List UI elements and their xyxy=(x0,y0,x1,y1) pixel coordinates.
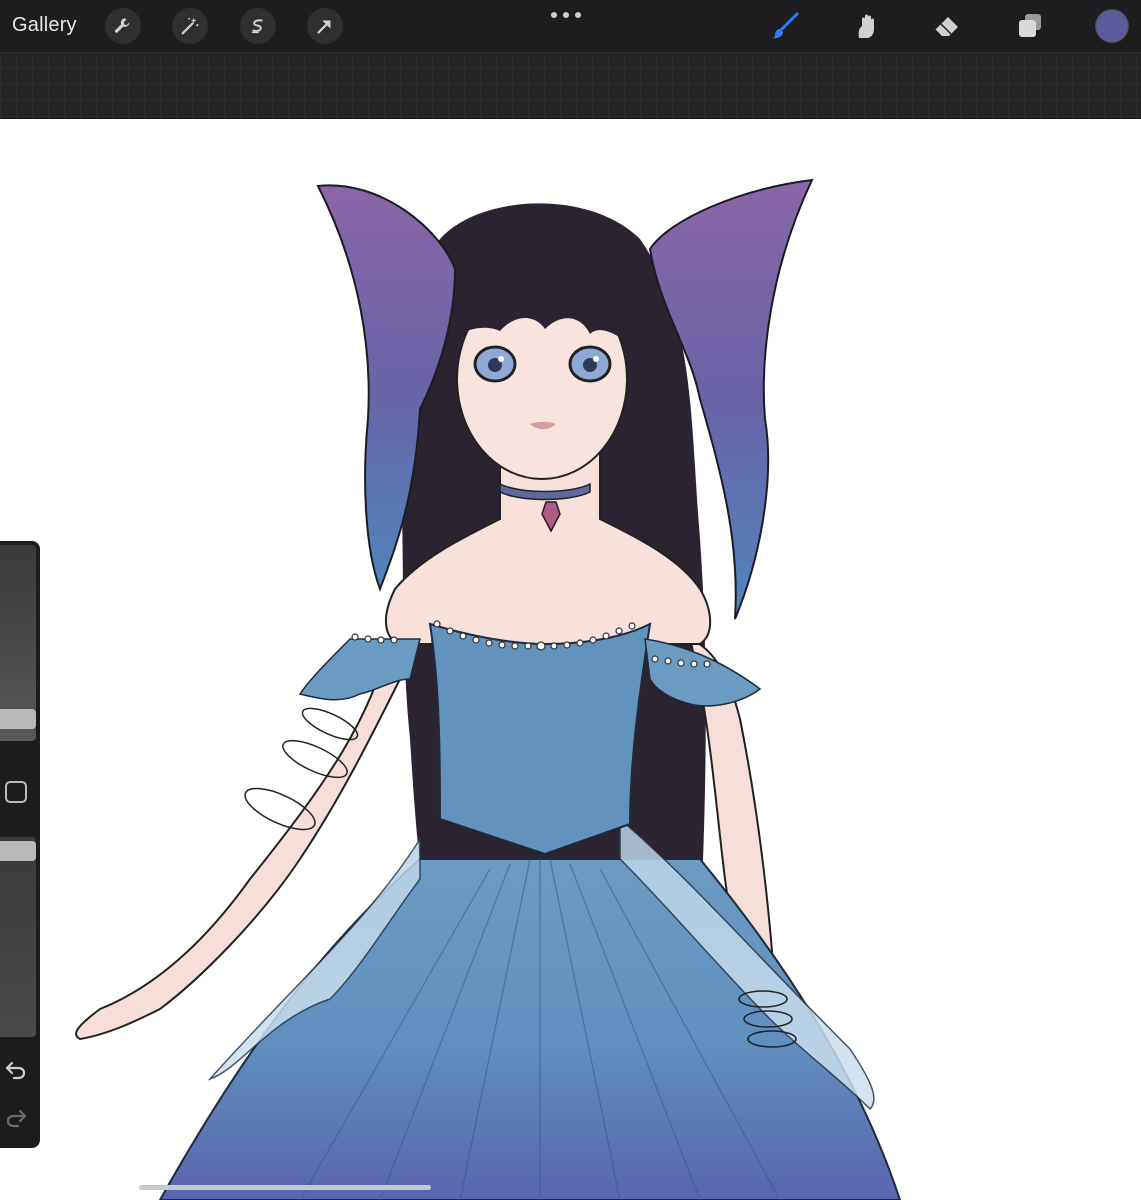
adjustments-button[interactable] xyxy=(172,8,208,44)
more-options-button[interactable] xyxy=(551,8,581,22)
wrench-icon xyxy=(114,18,130,33)
redo-button[interactable] xyxy=(4,1105,28,1129)
eraser-tool-button[interactable] xyxy=(927,6,967,46)
undo-icon xyxy=(5,1061,26,1080)
selection-button[interactable] xyxy=(240,8,276,44)
transform-button[interactable] xyxy=(307,8,343,44)
redo-icon xyxy=(6,1109,27,1128)
layers-button[interactable] xyxy=(1010,6,1050,46)
canvas-grid-strip xyxy=(0,52,1141,119)
undo-button[interactable] xyxy=(4,1057,28,1081)
actions-button[interactable] xyxy=(105,8,141,44)
eraser-icon xyxy=(934,17,958,37)
modify-button[interactable] xyxy=(5,781,27,803)
magic-wand-icon xyxy=(181,17,199,35)
ellipsis-icon xyxy=(551,12,557,18)
layers-icon xyxy=(1019,14,1041,37)
left-sidebar xyxy=(0,541,40,1148)
color-picker-button[interactable] xyxy=(1095,9,1129,43)
gallery-button[interactable]: Gallery xyxy=(12,14,77,37)
brush-tool-button[interactable] xyxy=(765,6,805,46)
opacity-slider[interactable] xyxy=(0,837,36,1037)
brush-size-thumb[interactable] xyxy=(0,709,36,729)
transform-arrow-icon xyxy=(317,20,331,34)
selection-icon xyxy=(251,19,263,34)
opacity-thumb[interactable] xyxy=(0,841,36,861)
drawing-canvas[interactable] xyxy=(0,119,1141,1200)
brush-icon xyxy=(772,12,799,39)
smudge-tool-button[interactable] xyxy=(846,6,886,46)
artwork-illustration xyxy=(75,178,902,1200)
top-toolbar: Gallery xyxy=(0,0,1141,52)
home-indicator[interactable] xyxy=(139,1185,431,1190)
smudge-icon xyxy=(858,14,874,38)
brush-size-slider[interactable] xyxy=(0,545,36,741)
